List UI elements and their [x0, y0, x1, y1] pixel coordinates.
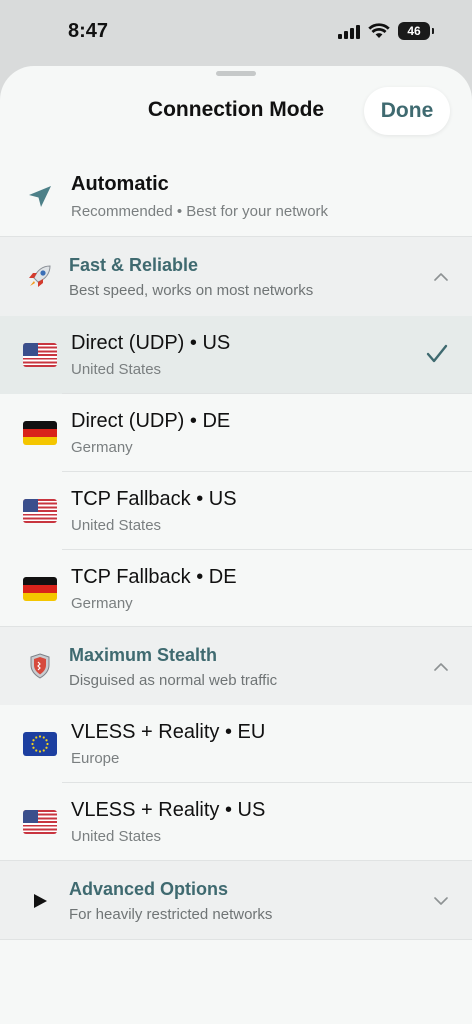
- section-fast-reliable[interactable]: Fast & Reliable Best speed, works on mos…: [0, 237, 472, 316]
- section-subtitle: For heavily restricted networks: [69, 906, 273, 923]
- automatic-row[interactable]: Automatic Recommended • Best for your ne…: [0, 159, 472, 237]
- chevron-up-icon[interactable]: [434, 660, 448, 674]
- cellular-signal-icon: [338, 23, 360, 39]
- list-item[interactable]: VLESS + Reality • US United States: [0, 783, 472, 861]
- status-bar: 8:47 46: [0, 0, 472, 64]
- item-subtitle: Europe: [71, 750, 120, 767]
- location-arrow-icon: [22, 179, 58, 215]
- item-subtitle: United States: [71, 517, 162, 534]
- list-item[interactable]: Direct (UDP) • US United States: [0, 316, 472, 394]
- divider: [0, 939, 472, 940]
- shield-icon: [22, 648, 58, 684]
- list-item[interactable]: VLESS + Reality • EU Europe: [0, 705, 472, 783]
- list-item[interactable]: TCP Fallback • DE Germany: [0, 550, 472, 627]
- us-flag-icon: [22, 804, 58, 840]
- de-flag-icon: [22, 415, 58, 451]
- de-flag-icon: [22, 571, 58, 607]
- battery-icon: 46: [398, 22, 434, 40]
- chevron-up-icon[interactable]: [434, 270, 448, 284]
- section-title: Fast & Reliable: [69, 255, 199, 275]
- item-title: VLESS + Reality • US: [71, 799, 266, 821]
- sheet-grabber[interactable]: [216, 71, 256, 76]
- section-title: Advanced Options: [69, 879, 229, 899]
- done-button[interactable]: Done: [364, 87, 450, 135]
- chevron-down-icon[interactable]: [434, 894, 448, 908]
- item-subtitle: United States: [71, 361, 162, 378]
- item-title: VLESS + Reality • EU: [71, 721, 266, 743]
- rocket-icon: [22, 258, 58, 294]
- section-subtitle: Disguised as normal web traffic: [69, 672, 278, 689]
- list-item[interactable]: Direct (UDP) • DE Germany: [0, 394, 472, 472]
- status-time: 8:47: [68, 20, 109, 42]
- us-flag-icon: [22, 493, 58, 529]
- connection-mode-sheet: Connection Mode Done Automatic Recommend…: [0, 66, 472, 1024]
- section-subtitle: Best speed, works on most networks: [69, 282, 314, 299]
- item-subtitle: United States: [71, 828, 162, 845]
- status-icons: 46: [338, 22, 434, 40]
- item-subtitle: Germany: [71, 595, 133, 612]
- section-title: Maximum Stealth: [69, 645, 218, 665]
- wifi-icon: [368, 23, 390, 38]
- section-advanced-options[interactable]: Advanced Options For heavily restricted …: [0, 861, 472, 940]
- checkmark-icon: [426, 344, 448, 363]
- play-icon: [22, 883, 58, 919]
- item-title: Direct (UDP) • US: [71, 332, 231, 354]
- section-maximum-stealth[interactable]: Maximum Stealth Disguised as normal web …: [0, 627, 472, 705]
- automatic-title: Automatic: [71, 173, 169, 195]
- eu-flag-icon: [22, 726, 58, 762]
- automatic-subtitle: Recommended • Best for your network: [71, 203, 329, 220]
- us-flag-icon: [22, 337, 58, 373]
- item-subtitle: Germany: [71, 439, 133, 456]
- item-title: TCP Fallback • DE: [71, 566, 237, 588]
- item-title: Direct (UDP) • DE: [71, 410, 231, 432]
- list-item[interactable]: TCP Fallback • US United States: [0, 472, 472, 550]
- item-title: TCP Fallback • US: [71, 488, 237, 510]
